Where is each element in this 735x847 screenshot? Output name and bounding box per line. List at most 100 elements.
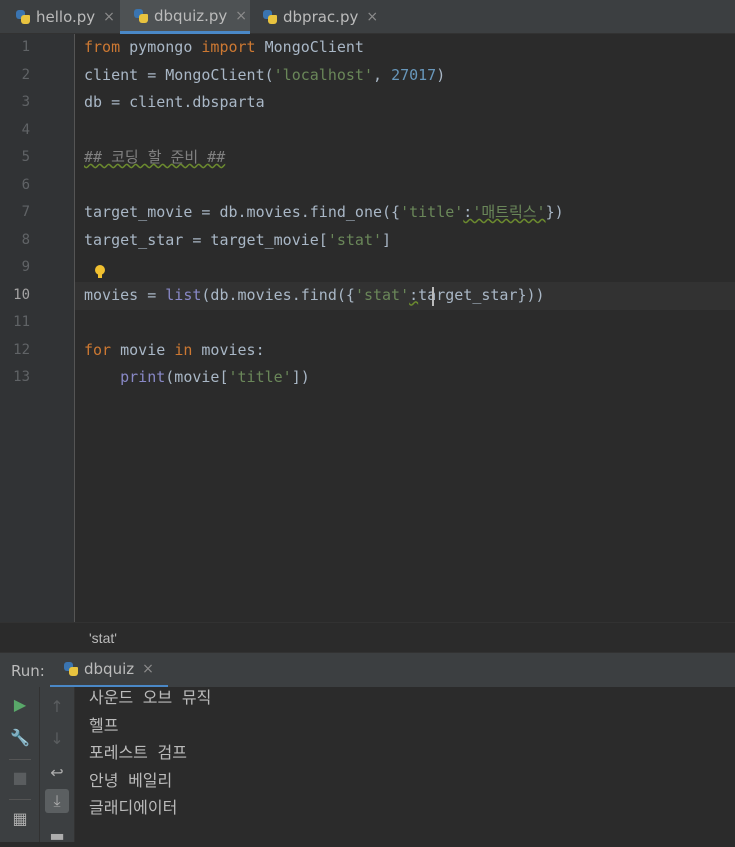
code-token: 'localhost'	[273, 65, 373, 84]
output-line: 글래디에이터	[89, 798, 178, 817]
code-line[interactable]: from pymongo import MongoClient	[84, 34, 364, 62]
line-number: 2	[21, 66, 30, 83]
code-token: :	[463, 203, 473, 221]
output-line: 포레스트 검프	[89, 743, 187, 762]
code-token: MongoClient	[255, 38, 364, 56]
tab-hello-py[interactable]: hello.py ×	[0, 0, 120, 34]
tab-label: dbprac.py	[283, 8, 359, 26]
tab-dbprac-py[interactable]: dbprac.py ×	[250, 0, 380, 34]
code-line[interactable]: db = client.dbsparta	[84, 89, 265, 117]
python-file-icon	[263, 10, 277, 24]
run-tab-label: dbquiz	[84, 660, 135, 678]
code-token: target_movie = db.movies.find_one({	[84, 203, 401, 221]
code-token: 'title'	[228, 368, 292, 386]
code-line[interactable]: client = MongoClient('localhost', 27017)	[84, 62, 445, 90]
toolbar-divider	[9, 799, 31, 800]
code-line[interactable]: target_movie = db.movies.find_one({'titl…	[84, 199, 564, 227]
code-token: :	[409, 285, 419, 304]
code-token: import	[201, 38, 256, 56]
code-token: movies =	[84, 285, 166, 304]
code-token: ## 코딩 할 준비 ##	[84, 148, 226, 166]
code-token: 'stat'	[327, 230, 383, 249]
line-number: 10	[13, 286, 30, 303]
code-line[interactable]: ## 코딩 할 준비 ##	[84, 144, 225, 172]
close-icon[interactable]: ×	[142, 661, 154, 677]
code-token: 'stat'	[354, 285, 410, 304]
wrench-icon[interactable]: 🔧	[8, 725, 32, 749]
code-line[interactable]: for movie in movies:	[84, 337, 265, 365]
code-token: )	[436, 65, 446, 84]
line-number-gutter: 1 2 3 4 5 6 7 8 9 10 11 12 13	[0, 34, 75, 622]
code-token: pymongo	[120, 38, 202, 56]
line-number: 6	[21, 176, 30, 193]
close-icon[interactable]: ×	[366, 9, 378, 25]
code-token: movies:	[192, 340, 265, 359]
code-token: movie	[111, 340, 175, 359]
python-file-icon	[16, 10, 30, 24]
code-token: in	[174, 340, 193, 359]
code-token: (db.movies.find({	[201, 285, 355, 304]
output-toolbar: ↑ ↓ ↩ ⤓ ▬	[40, 687, 75, 845]
soft-wrap-icon[interactable]: ↩	[45, 760, 69, 784]
code-token: from	[84, 38, 121, 56]
line-number: 3	[21, 94, 30, 110]
stop-icon[interactable]: ■	[8, 765, 32, 789]
code-token: target_star = target_movie[	[84, 230, 328, 249]
line-number: 1	[21, 39, 30, 55]
run-output-panel: ▶ 🔧 ■ ▦ ↑ ↓ ↩ ⤓ ▬ 사운드 오브 뮤직헬프포레스트 검프안녕 베…	[0, 687, 735, 845]
close-icon[interactable]: ×	[235, 8, 247, 24]
line-number: 8	[21, 231, 30, 248]
text-caret	[432, 287, 434, 306]
tab-dbquiz-py[interactable]: dbquiz.py ×	[120, 0, 250, 34]
code-token: '매트릭스'	[472, 203, 546, 221]
line-number: 7	[21, 204, 30, 220]
code-token: for	[84, 340, 112, 359]
code-editor[interactable]: 1 2 3 4 5 6 7 8 9 10 11 12 13 from pymongo import Mo…	[0, 34, 735, 622]
code-line[interactable]: target_star = target_movie['stat']	[84, 227, 391, 255]
tab-label: hello.py	[36, 8, 96, 26]
code-token: })	[545, 203, 564, 221]
toolbar-divider	[9, 759, 31, 760]
line-number: 5	[21, 149, 30, 165]
output-line: 안녕 베일리	[89, 770, 173, 790]
code-token: db = client.dbsparta	[84, 93, 265, 111]
code-token: ])	[291, 368, 310, 386]
line-number: 11	[13, 314, 30, 330]
code-line[interactable]: print(movie['title'])	[84, 364, 310, 392]
code-token: target_star}))	[418, 285, 545, 304]
tab-label: dbquiz.py	[154, 6, 228, 25]
code-token: 'title'	[400, 203, 464, 221]
line-number: 13	[13, 369, 30, 385]
line-number: 9	[21, 259, 30, 275]
output-line: 사운드 오브 뮤직	[89, 688, 212, 707]
run-toolbar: ▶ 🔧 ■ ▦	[0, 687, 40, 842]
code-token: ]	[382, 230, 392, 249]
lightbulb-icon[interactable]	[95, 265, 105, 278]
breadcrumb-item[interactable]: 'stat'	[89, 630, 117, 646]
editor-tab-bar: hello.py × dbquiz.py × dbprac.py ×	[0, 0, 735, 34]
print-icon[interactable]: ▬	[45, 823, 69, 847]
arrow-up-icon[interactable]: ↑	[45, 694, 69, 718]
code-token: client = MongoClient(	[84, 65, 274, 84]
layout-icon[interactable]: ▦	[8, 806, 32, 830]
python-file-icon	[134, 8, 148, 23]
scroll-to-end-icon[interactable]: ⤓	[45, 789, 69, 813]
code-token: (movie[	[165, 368, 229, 386]
python-file-icon	[64, 662, 78, 676]
output-line: 헬프	[89, 715, 119, 735]
run-tab-dbquiz[interactable]: dbquiz ×	[50, 653, 168, 687]
breadcrumb: 'stat'	[0, 622, 735, 652]
code-token: list	[165, 285, 202, 304]
run-label: Run:	[11, 662, 45, 680]
code-token: ,	[373, 65, 392, 84]
code-line[interactable]: movies = list(db.movies.find({'stat':tar…	[84, 282, 545, 310]
run-tool-window-header: Run: dbquiz ×	[0, 652, 735, 687]
code-token: 27017	[391, 65, 437, 84]
rerun-icon[interactable]: ▶	[8, 692, 32, 716]
code-token: print	[120, 368, 166, 386]
close-icon[interactable]: ×	[103, 9, 115, 25]
line-number: 4	[21, 121, 30, 138]
line-number: 12	[13, 341, 30, 358]
arrow-down-icon[interactable]: ↓	[45, 726, 69, 750]
